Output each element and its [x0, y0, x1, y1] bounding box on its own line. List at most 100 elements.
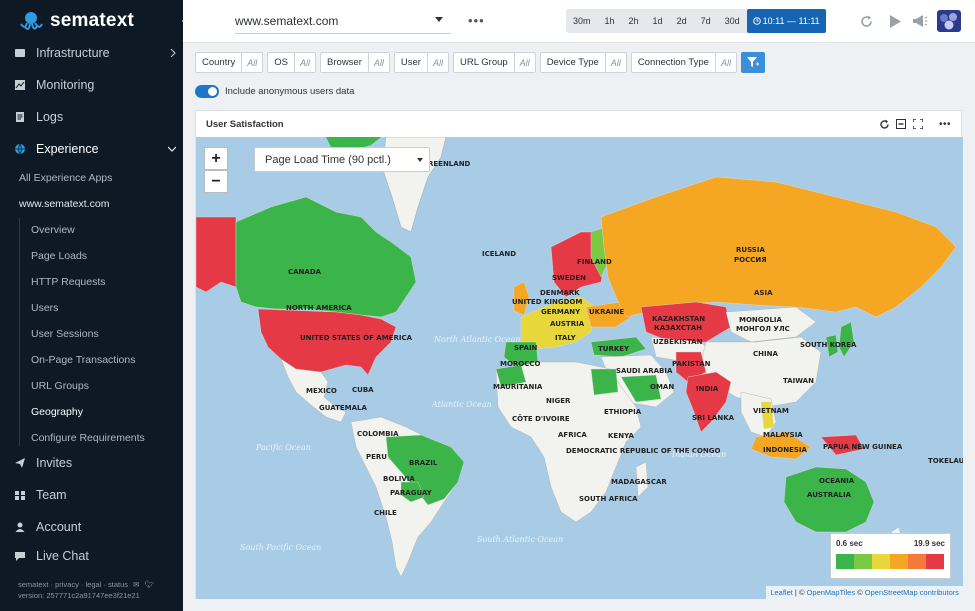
more-options-button[interactable]: ••• — [468, 13, 485, 28]
chevron-down-icon — [168, 146, 176, 152]
zoom-out-button[interactable]: − — [204, 170, 228, 193]
nav-user-sessions[interactable]: User Sessions — [31, 328, 99, 340]
panel-fullscreen-button[interactable] — [912, 118, 924, 130]
leaflet-link[interactable]: Leaflet — [770, 588, 793, 597]
attribution-sep-2: © — [855, 588, 865, 597]
nav-geography[interactable]: Geography — [31, 406, 83, 418]
time-range-selector: 30m 1h 2h 1d 2d 7d 30d 10:11 — 11:11 — [566, 9, 826, 33]
label-vietnam: VIETNAM — [753, 407, 789, 415]
nav-experience-label: Experience — [36, 142, 99, 156]
anonymous-users-toggle-label: Include anonymous users data — [225, 86, 355, 97]
label-peru: PERU — [366, 453, 387, 461]
refresh-icon — [879, 119, 889, 129]
logo[interactable]: sematext — [18, 8, 134, 34]
refresh-button[interactable] — [857, 12, 875, 30]
region-usa — [257, 308, 397, 376]
range-custom[interactable]: 10:11 — 11:11 — [746, 9, 826, 33]
nav-monitoring[interactable]: Monitoring — [0, 70, 183, 100]
nav-page-loads[interactable]: Page Loads — [31, 250, 87, 262]
nav-overview[interactable]: Overview — [31, 224, 75, 236]
label-papua-new-guinea: PAPUA NEW GUINEA — [823, 443, 903, 451]
label-mongolia: MONGOLIA — [739, 316, 783, 324]
world-map[interactable]: REENLAND ICELAND CANADA NORTH AMERICA UN… — [196, 137, 963, 599]
filter-device-type[interactable]: Device Type All — [539, 52, 627, 73]
nav-experience[interactable]: Experience — [0, 134, 183, 164]
label-north-america: NORTH AMERICA — [286, 304, 352, 312]
label-oman: OMAN — [650, 383, 674, 391]
nav-app-name[interactable]: www.sematext.com — [19, 198, 109, 210]
brand-name: sematext — [50, 10, 134, 31]
nav-team-label: Team — [36, 488, 67, 502]
nav-account[interactable]: Account — [0, 512, 183, 542]
nav-on-page-transactions[interactable]: On-Page Transactions — [31, 354, 135, 366]
label-atlantic: Atlantic Ocean — [431, 400, 492, 409]
footer-links[interactable]: sematext · privacy · legal · status ✉ 🐦︎ — [18, 580, 154, 589]
range-7d[interactable]: 7d — [694, 9, 718, 33]
app-selector[interactable]: www.sematext.com — [235, 8, 451, 34]
label-madagascar: MADAGASCAR — [611, 478, 667, 486]
email-icon[interactable]: ✉ — [133, 580, 139, 589]
label-pakistan: PAKISTAN — [672, 360, 711, 368]
nav-users[interactable]: Users — [31, 302, 58, 314]
label-mexico: MEXICO — [306, 387, 337, 395]
footer-links-text[interactable]: sematext · privacy · legal · status — [18, 580, 128, 589]
nav-configure-requirements[interactable]: Configure Requirements — [31, 432, 145, 444]
label-brazil: BRAZIL — [409, 459, 438, 467]
chat-icon — [15, 552, 25, 561]
label-iceland: ICELAND — [482, 250, 516, 258]
filter-connection-type[interactable]: Connection Type All — [630, 52, 737, 73]
nav-url-groups[interactable]: URL Groups — [31, 380, 89, 392]
panel-more-button[interactable]: ••• — [939, 118, 951, 130]
top-bar: www.sematext.com ••• 30m 1h 2h 1d 2d 7d … — [183, 0, 975, 43]
range-30d[interactable]: 30d — [718, 9, 747, 33]
legend-swatch — [872, 554, 890, 569]
label-guatemala: GUATEMALA — [319, 404, 367, 412]
filter-bar: Country All OS All Browser All User All URL … — [195, 52, 765, 73]
region-india — [685, 371, 732, 433]
chart-icon — [15, 80, 25, 90]
nav-team[interactable]: Team — [0, 480, 183, 510]
filter-country[interactable]: Country All — [195, 52, 264, 73]
twitter-icon[interactable]: 🐦︎ — [145, 580, 155, 589]
nav-live-chat-label: Live Chat — [36, 549, 89, 563]
filter-browser[interactable]: Browser All — [320, 52, 390, 73]
label-bolivia: BOLIVIA — [383, 475, 415, 483]
range-1d[interactable]: 1d — [646, 9, 670, 33]
label-cote-divoire: CÔTE D'IVOIRE — [512, 414, 570, 423]
announcements-button[interactable] — [911, 12, 929, 30]
label-turkey: TURKEY — [598, 345, 630, 353]
nav-live-chat[interactable]: Live Chat — [0, 541, 183, 571]
chevron-right-icon — [170, 49, 176, 57]
filter-url-group[interactable]: URL Group All — [452, 52, 536, 73]
nav-http-requests[interactable]: HTTP Requests — [31, 276, 106, 288]
avatar[interactable] — [937, 10, 961, 32]
range-2h[interactable]: 2h — [622, 9, 646, 33]
range-1h[interactable]: 1h — [598, 9, 622, 33]
openstreetmap-link[interactable]: OpenStreetMap contributors — [865, 588, 959, 597]
filter-os[interactable]: OS All — [267, 52, 317, 73]
anonymous-users-toggle[interactable] — [195, 85, 219, 98]
filter-value: All — [513, 53, 535, 72]
nav-invites[interactable]: Invites — [0, 448, 183, 478]
nav-infrastructure[interactable]: Infrastructure — [0, 38, 183, 68]
expand-icon — [913, 119, 923, 129]
openmaptiles-link[interactable]: OpenMapTiles — [807, 588, 856, 597]
nav-logs[interactable]: Logs — [0, 102, 183, 132]
filter-label: Browser — [327, 57, 362, 68]
panel-export-button[interactable] — [895, 118, 907, 130]
nav-all-experience-apps[interactable]: All Experience Apps — [19, 172, 112, 184]
range-30m[interactable]: 30m — [566, 9, 598, 33]
label-oceania: OCEANIA — [819, 477, 855, 485]
zoom-in-button[interactable]: + — [204, 147, 228, 170]
nav-account-label: Account — [36, 520, 82, 534]
metric-selector[interactable]: Page Load Time (90 pctl.) — [254, 147, 430, 172]
metric-selector-value: Page Load Time (90 pctl.) — [265, 153, 391, 166]
caret-down-icon — [435, 17, 443, 22]
filter-user[interactable]: User All — [393, 52, 449, 73]
refresh-icon — [860, 15, 872, 27]
range-2d[interactable]: 2d — [670, 9, 694, 33]
live-play-button[interactable] — [886, 12, 904, 30]
panel-refresh-button[interactable] — [878, 118, 890, 130]
add-filter-button[interactable] — [740, 52, 765, 73]
label-morocco: MOROCCO — [500, 360, 541, 368]
